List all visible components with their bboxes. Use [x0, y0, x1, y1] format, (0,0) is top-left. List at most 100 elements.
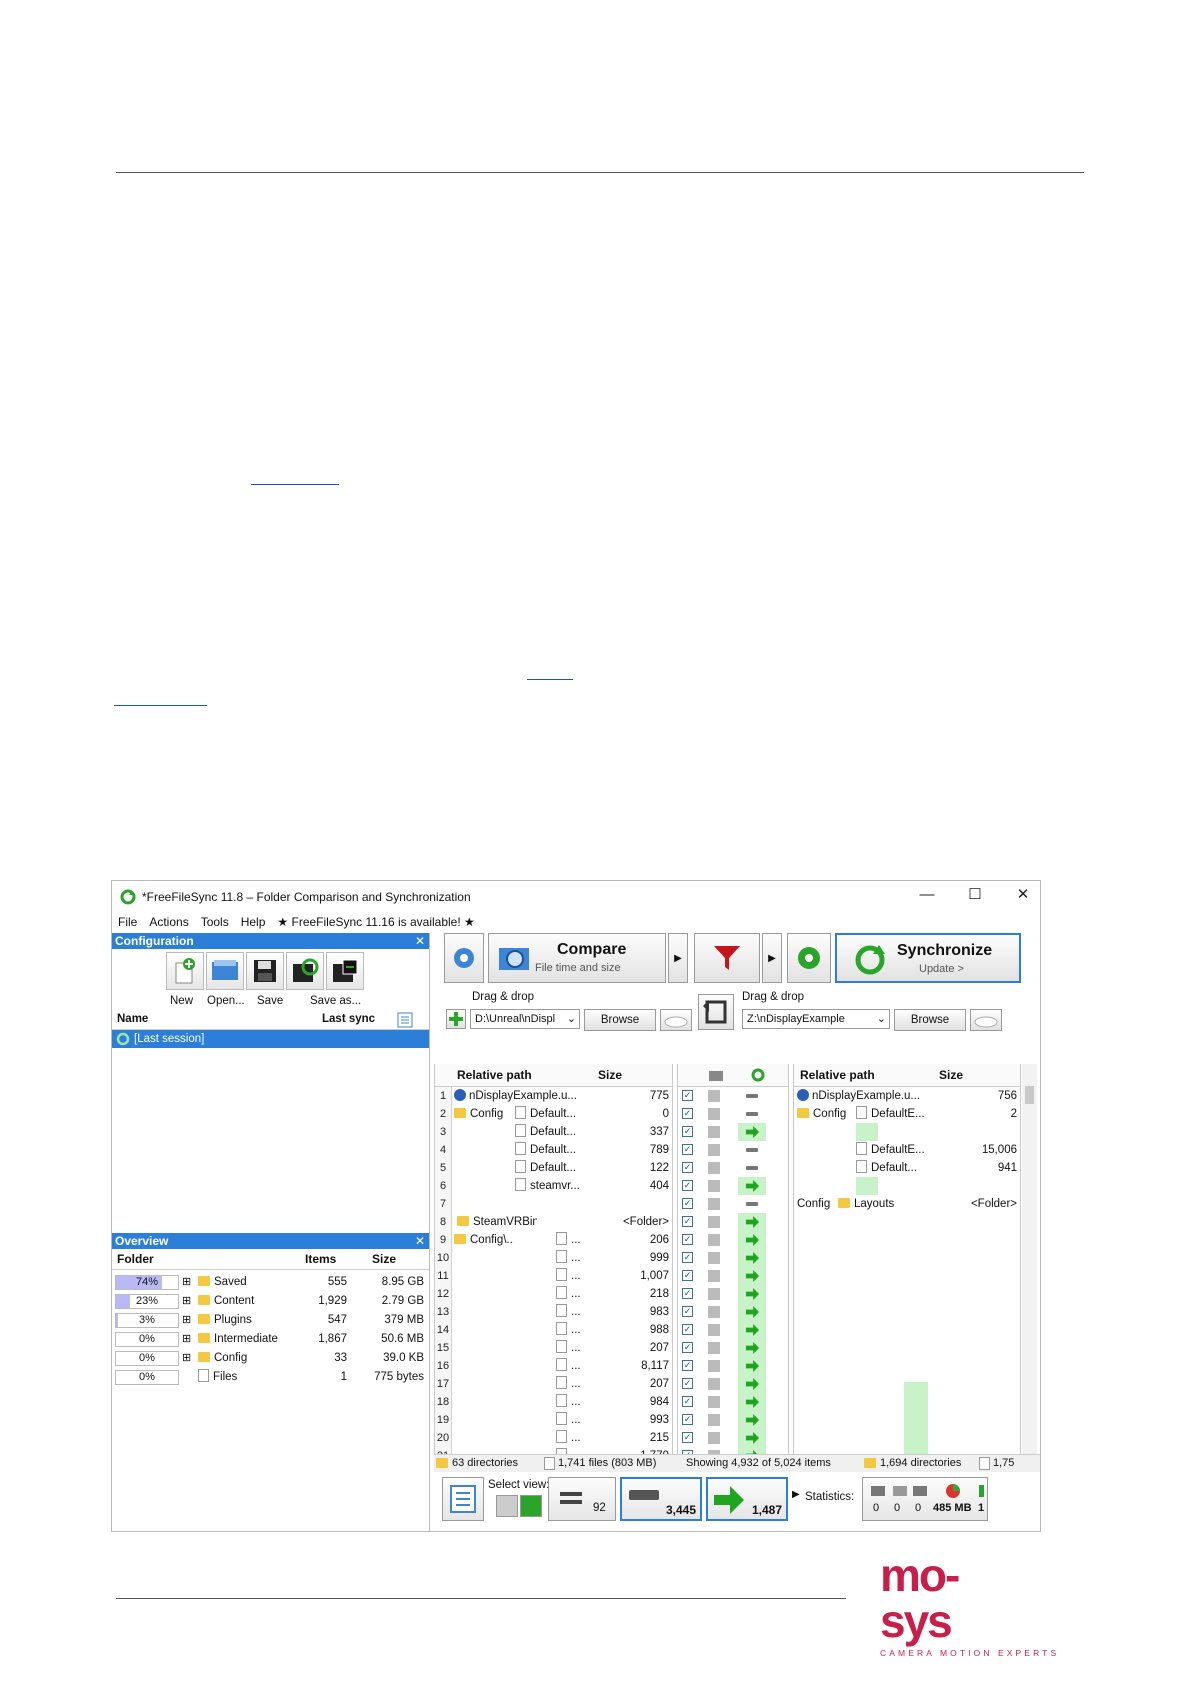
action-row[interactable]: ✓ — [678, 1141, 788, 1159]
copy-right-icon[interactable] — [746, 1414, 759, 1426]
copy-right-icon[interactable] — [746, 1234, 759, 1246]
overview-row[interactable]: 0% ⊞ Intermediate 1,867 50.6 MB — [112, 1330, 429, 1348]
include-checkbox[interactable]: ✓ — [682, 1144, 693, 1155]
left-table-row[interactable]: 5 Default... 122 — [435, 1159, 672, 1177]
view-action-toggle[interactable] — [520, 1495, 542, 1517]
list-view-icon[interactable] — [397, 1012, 413, 1028]
new-config-button[interactable] — [166, 952, 204, 990]
copy-right-icon[interactable] — [746, 1396, 759, 1408]
minimize-button[interactable]: — — [912, 885, 942, 905]
left-col-size[interactable]: Size — [598, 1068, 622, 1082]
copy-right-icon[interactable] — [746, 1126, 759, 1138]
no-change-icon[interactable] — [746, 1202, 758, 1206]
copy-right-icon[interactable] — [746, 1306, 759, 1318]
overview-row[interactable]: 0% ⊞ Config 33 39.0 KB — [112, 1349, 429, 1367]
menu-help[interactable]: Help — [241, 915, 266, 929]
no-change-icon[interactable] — [746, 1112, 758, 1116]
left-table-row[interactable]: 12... 218 — [435, 1285, 672, 1303]
view-type-button[interactable] — [442, 1477, 484, 1521]
action-row[interactable]: ✓ — [678, 1303, 788, 1321]
left-table-row[interactable]: 9 Config\...... 206 — [435, 1231, 672, 1249]
more-views-arrow[interactable]: ▶ — [792, 1489, 800, 1500]
sync-settings-button[interactable] — [787, 933, 831, 983]
chevron-down-icon[interactable]: ⌄ — [877, 1010, 886, 1028]
menu-tools[interactable]: Tools — [201, 915, 229, 929]
action-row[interactable]: ✓ — [678, 1447, 788, 1454]
add-folder-pair-button[interactable] — [446, 1009, 466, 1029]
chevron-down-icon[interactable]: ⌄ — [567, 1010, 576, 1028]
save-as-button[interactable] — [326, 952, 364, 990]
copy-right-icon[interactable] — [746, 1252, 759, 1264]
overview-close-icon[interactable]: ✕ — [415, 1233, 425, 1249]
action-row[interactable]: ✓ — [678, 1213, 788, 1231]
menu-actions[interactable]: Actions — [149, 915, 188, 929]
action-row[interactable]: ✓ — [678, 1357, 788, 1375]
maximize-button[interactable]: ☐ — [960, 885, 990, 905]
no-change-icon[interactable] — [746, 1166, 758, 1170]
copy-right-icon[interactable] — [746, 1216, 759, 1228]
action-row[interactable]: ✓ — [678, 1087, 788, 1105]
right-table-row[interactable]: Config DefaultE... 2 — [794, 1105, 1020, 1123]
action-row[interactable]: ✓ — [678, 1159, 788, 1177]
action-row[interactable]: ✓ — [678, 1321, 788, 1339]
left-table-row[interactable]: 8 SteamVRBindings <Folder> — [435, 1213, 672, 1231]
left-table-row[interactable]: 1 nDisplayExample.u... 775 — [435, 1087, 672, 1105]
action-row[interactable]: ✓ — [678, 1195, 788, 1213]
left-table-row[interactable]: 16... 8,117 — [435, 1357, 672, 1375]
left-table-row[interactable]: 19... 993 — [435, 1411, 672, 1429]
compare-button[interactable]: Compare File time and size — [488, 933, 666, 983]
right-col-path[interactable]: Relative path — [800, 1068, 875, 1082]
action-row[interactable]: ✓ — [678, 1411, 788, 1429]
left-table-row[interactable]: 21...1,779 — [435, 1447, 672, 1454]
copy-right-icon[interactable] — [746, 1288, 759, 1300]
last-session-row[interactable]: [Last session] — [112, 1030, 429, 1048]
update-available-link[interactable]: ★ FreeFileSync 11.16 is available! ★ — [277, 915, 474, 929]
expand-icon[interactable]: ⊞ — [182, 1349, 191, 1367]
include-checkbox[interactable]: ✓ — [682, 1198, 693, 1209]
filter-button[interactable] — [694, 933, 760, 983]
include-checkbox[interactable]: ✓ — [682, 1180, 693, 1191]
left-table-row[interactable]: 6 steamvr... 404 — [435, 1177, 672, 1195]
action-row[interactable]: ✓ — [678, 1249, 788, 1267]
show-equal-button[interactable]: 92 — [548, 1477, 616, 1521]
overview-row[interactable]: 3% ⊞ Plugins 547 379 MB — [112, 1311, 429, 1329]
col-last-sync-header[interactable]: Last sync — [322, 1013, 375, 1025]
action-row[interactable]: ✓ — [678, 1123, 788, 1141]
include-checkbox[interactable]: ✓ — [682, 1234, 693, 1245]
include-checkbox[interactable]: ✓ — [682, 1342, 693, 1353]
action-row[interactable]: ✓ — [678, 1105, 788, 1123]
include-checkbox[interactable]: ✓ — [682, 1216, 693, 1227]
include-checkbox[interactable]: ✓ — [682, 1396, 693, 1407]
copy-right-icon[interactable] — [746, 1324, 759, 1336]
copy-right-icon[interactable] — [746, 1378, 759, 1390]
swap-sides-button[interactable] — [698, 994, 734, 1030]
right-browse-button[interactable]: Browse — [894, 1009, 966, 1031]
action-row[interactable]: ✓ — [678, 1267, 788, 1285]
no-change-icon[interactable] — [746, 1094, 758, 1098]
action-row[interactable]: ✓ — [678, 1285, 788, 1303]
expand-icon[interactable]: ⊞ — [182, 1330, 191, 1348]
include-checkbox[interactable]: ✓ — [682, 1306, 693, 1317]
save-as-batch-button[interactable] — [286, 952, 324, 990]
expand-icon[interactable]: ⊞ — [182, 1311, 191, 1329]
hyperlink-underline[interactable] — [527, 679, 573, 680]
left-table-row[interactable]: 10... 999 — [435, 1249, 672, 1267]
col-items-header[interactable]: Items — [305, 1250, 336, 1269]
right-cloud-button[interactable] — [970, 1009, 1002, 1031]
right-table-row[interactable]: Default... 941 — [794, 1159, 1020, 1177]
left-table-row[interactable]: 2 Config Default... 0 — [435, 1105, 672, 1123]
include-checkbox[interactable]: ✓ — [682, 1162, 693, 1173]
col-name-header[interactable]: Name — [117, 1013, 148, 1025]
configuration-close-icon[interactable]: ✕ — [415, 933, 425, 949]
include-checkbox[interactable]: ✓ — [682, 1432, 693, 1443]
include-checkbox[interactable]: ✓ — [682, 1108, 693, 1119]
overview-row[interactable]: 0% Files 1 775 bytes — [112, 1368, 429, 1386]
col-folder-header[interactable]: Folder — [117, 1250, 154, 1269]
compare-settings-button[interactable] — [444, 933, 484, 983]
left-cloud-button[interactable] — [660, 1009, 692, 1031]
right-col-size[interactable]: Size — [939, 1068, 963, 1082]
category-icon[interactable] — [708, 1068, 724, 1082]
left-folder-input[interactable]: D:\Unreal\nDispl ⌄ — [470, 1009, 580, 1029]
left-browse-button[interactable]: Browse — [584, 1009, 656, 1031]
view-category-toggle[interactable] — [496, 1495, 518, 1517]
